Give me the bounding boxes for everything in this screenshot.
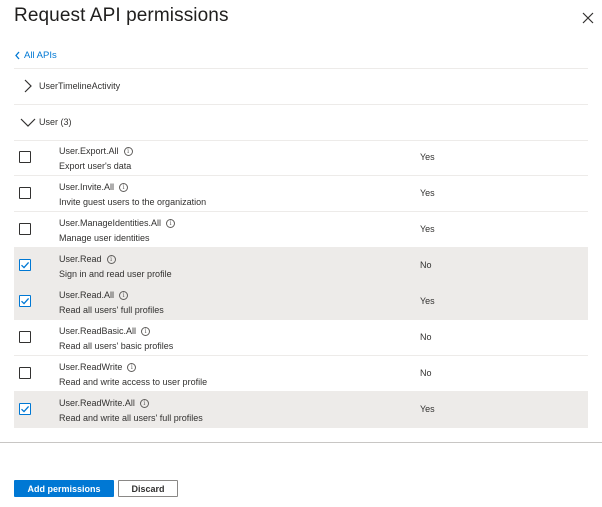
permission-name: User.Invite.All i — [59, 182, 129, 192]
permission-name-label: User.ReadBasic.All — [59, 326, 137, 336]
permission-checkbox[interactable] — [19, 367, 31, 379]
permission-name: User.Export.All i — [59, 146, 133, 156]
permission-name: User.ReadWrite.All i — [59, 398, 149, 408]
permission-checkbox[interactable] — [19, 295, 31, 307]
admin-consent-value: Yes — [420, 404, 435, 414]
chevron-down-icon — [20, 118, 36, 127]
permission-checkbox[interactable] — [19, 223, 31, 235]
info-icon[interactable]: i — [141, 326, 151, 336]
admin-consent-value: No — [420, 332, 432, 342]
permission-description: Sign in and read user profile — [59, 269, 172, 279]
permission-checkbox[interactable] — [19, 151, 31, 163]
permission-description: Invite guest users to the organization — [59, 197, 207, 207]
table-row[interactable]: User.Invite.All i Invite guest users to th… — [14, 176, 588, 212]
info-icon[interactable]: i — [139, 398, 149, 408]
table-row[interactable]: User.ManageIdentities.All i Manage user id… — [14, 212, 588, 248]
discard-button[interactable]: Discard — [118, 480, 178, 497]
permission-name-label: User.Invite.All — [59, 182, 115, 192]
checkmark-icon — [21, 405, 30, 413]
table-row[interactable]: User.Export.All i Export user's data Yes — [14, 140, 588, 176]
add-permissions-button[interactable]: Add permissions — [14, 480, 114, 497]
page-title: Request API permissions — [14, 5, 229, 26]
table-row[interactable]: User.Read i Sign in and read user profile N… — [14, 248, 588, 284]
info-icon[interactable]: i — [166, 218, 176, 228]
close-icon[interactable] — [578, 8, 598, 28]
chevron-left-icon — [15, 51, 20, 60]
group-usertimelineactivity[interactable]: UserTimelineActivity — [14, 68, 588, 104]
table-row[interactable]: User.Read.All i Read all users' full profi… — [14, 284, 588, 320]
permission-description: Read all users' basic profiles — [59, 341, 174, 351]
group-label: UserTimelineActivity — [39, 81, 121, 91]
group-label: User (3) — [39, 117, 72, 127]
permission-name: User.Read.All i — [59, 290, 129, 300]
permission-description: Manage user identities — [59, 233, 150, 243]
admin-consent-value: No — [420, 368, 432, 378]
admin-consent-value: Yes — [420, 296, 435, 306]
permission-description: Read and write access to user profile — [59, 377, 208, 387]
permission-checkbox[interactable] — [19, 403, 31, 415]
info-icon[interactable]: i — [123, 146, 133, 156]
table-row[interactable]: User.ReadWrite i Read and write access to … — [14, 356, 588, 392]
permission-name-label: User.ReadWrite — [59, 362, 123, 372]
permission-name: User.Read i — [59, 254, 116, 264]
permission-description: Read and write all users' full profiles — [59, 413, 203, 423]
checkmark-icon — [21, 261, 30, 269]
admin-consent-value: Yes — [420, 152, 435, 162]
permission-name: User.ReadWrite i — [59, 362, 137, 372]
group-user[interactable]: User (3) — [14, 104, 588, 140]
admin-consent-value: No — [420, 260, 432, 270]
permission-name-label: User.Read.All — [59, 290, 115, 300]
permission-checkbox[interactable] — [19, 187, 31, 199]
permissions-table: User.Export.All i Export user's data Yes Use… — [14, 140, 588, 428]
permission-description: Export user's data — [59, 161, 132, 171]
admin-consent-value: Yes — [420, 188, 435, 198]
back-link-label: All APIs — [24, 50, 57, 61]
permission-name: User.ManageIdentities.All i — [59, 218, 176, 228]
permission-name-label: User.ManageIdentities.All — [59, 218, 162, 228]
info-icon[interactable]: i — [119, 290, 129, 300]
checkmark-icon — [21, 297, 30, 305]
permission-name-label: User.ReadWrite.All — [59, 398, 135, 408]
table-row[interactable]: User.ReadBasic.All i Read all users' basic… — [14, 320, 588, 356]
info-icon[interactable]: i — [127, 362, 137, 372]
admin-consent-value: Yes — [420, 224, 435, 234]
permission-description: Read all users' full profiles — [59, 305, 164, 315]
table-row[interactable]: User.ReadWrite.All i Read and write all us… — [14, 392, 588, 428]
footer-divider — [0, 442, 602, 443]
permission-name-label: User.Export.All — [59, 146, 119, 156]
permission-checkbox[interactable] — [19, 331, 31, 343]
back-to-all-apis-link[interactable]: All APIs — [14, 50, 57, 61]
permission-name: User.ReadBasic.All i — [59, 326, 151, 336]
permission-name-label: User.Read — [59, 254, 102, 264]
info-icon[interactable]: i — [106, 254, 116, 264]
info-icon[interactable]: i — [119, 182, 129, 192]
permission-checkbox[interactable] — [19, 259, 31, 271]
chevron-right-icon — [24, 79, 32, 93]
